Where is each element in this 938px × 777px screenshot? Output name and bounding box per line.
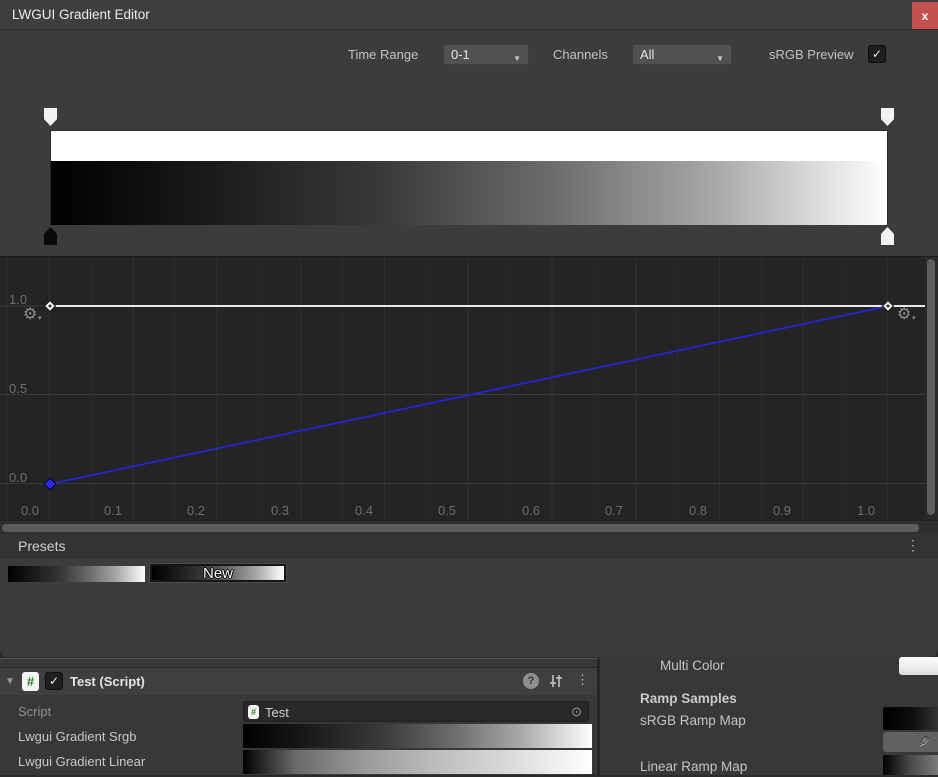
time-range-dropdown[interactable]: 0-1 ▼ [443, 44, 529, 65]
multi-color-swatch[interactable] [899, 657, 938, 675]
y-tick: 0.5 [9, 381, 27, 396]
check-icon: ✓ [49, 674, 59, 688]
script-object-field[interactable]: # Test ⊙ [243, 701, 589, 722]
x-tick: 0.0 [15, 503, 45, 518]
gradient-linear-field[interactable] [243, 750, 592, 774]
channels-value: All [640, 47, 654, 62]
vertical-scrollbar-thumb[interactable] [927, 259, 935, 515]
srgb-ramp-map-thumbnail[interactable] [883, 707, 938, 730]
x-tick: 0.1 [98, 503, 128, 518]
channels-dropdown[interactable]: All ▼ [632, 44, 732, 65]
check-icon: ✓ [872, 47, 882, 61]
x-tick: 0.5 [432, 503, 462, 518]
alpha-key-right[interactable] [881, 108, 894, 126]
pencil-icon: ✎ [918, 733, 930, 750]
inspector-panel: ▼ # ✓ Test (Script) ? ⋮ Script # Test ⊙ … [0, 658, 597, 775]
time-range-label: Time Range [348, 47, 418, 62]
ramp-samples-heading: Ramp Samples [640, 691, 737, 706]
title-bar[interactable]: LWGUI Gradient Editor x [0, 0, 938, 30]
alpha-key-left[interactable] [44, 108, 57, 126]
gear-caret-icon: ▾ [912, 314, 916, 322]
gradient-srgb-field[interactable] [243, 724, 592, 748]
presets-header: Presets ⋮ [0, 534, 938, 558]
srgb-ramp-map-label: sRGB Ramp Map [640, 713, 746, 728]
component-enabled-checkbox[interactable]: ✓ [45, 672, 63, 690]
horizontal-scrollbar-thumb[interactable] [2, 524, 919, 532]
curve-grid-svg [0, 257, 938, 521]
presets-title: Presets [18, 538, 65, 554]
chevron-down-icon: ▼ [513, 49, 521, 68]
gradient-preview-strip[interactable] [50, 130, 888, 225]
material-panel: Multi Color Ramp Samples sRGB Ramp Map ✎… [600, 657, 938, 775]
gear-icon[interactable]: ⚙ [23, 304, 37, 324]
x-tick: 1.0 [851, 503, 881, 518]
linear-ramp-map-thumbnail[interactable] [883, 755, 938, 775]
close-icon: x [922, 9, 929, 23]
preset-swatch[interactable] [8, 566, 145, 582]
gear-icon[interactable]: ⚙ [897, 304, 911, 324]
x-tick: 0.9 [767, 503, 797, 518]
multi-color-label: Multi Color [660, 658, 725, 673]
color-key-right[interactable] [881, 227, 894, 245]
window-title: LWGUI Gradient Editor [12, 7, 150, 22]
y-tick: 0.0 [9, 470, 27, 485]
linear-ramp-map-label: Linear Ramp Map [640, 759, 747, 774]
srgb-preview-label: sRGB Preview [769, 47, 854, 62]
presets-sliders-icon[interactable] [548, 673, 564, 689]
x-tick: 0.4 [349, 503, 379, 518]
help-icon[interactable]: ? [523, 673, 539, 689]
chevron-down-icon: ▼ [716, 49, 724, 68]
horizontal-scrollbar[interactable] [0, 520, 938, 534]
component-title: Test (Script) [70, 674, 145, 689]
x-tick: 0.8 [683, 503, 713, 518]
gradient-srgb-label: Lwgui Gradient Srgb [18, 729, 137, 744]
kebab-menu-icon[interactable]: ⋮ [906, 537, 920, 554]
foldout-arrow-icon[interactable]: ▼ [5, 676, 15, 687]
preset-name-label: New [150, 565, 286, 582]
curve-editor-canvas[interactable] [0, 256, 938, 520]
component-header[interactable]: ▼ # ✓ Test (Script) ? ⋮ [0, 667, 597, 695]
ramp-edit-button[interactable]: ✎ [883, 732, 938, 752]
preset-swatch-new[interactable]: New [149, 563, 287, 583]
x-tick: 0.7 [599, 503, 629, 518]
gradient-linear-label: Lwgui Gradient Linear [18, 754, 145, 769]
rgb-curve-key-left [44, 478, 56, 490]
close-button[interactable]: x [912, 2, 938, 29]
time-range-value: 0-1 [451, 47, 470, 62]
gradient-color-band [51, 161, 887, 225]
x-tick: 0.3 [265, 503, 295, 518]
gradient-editor-window: LWGUI Gradient Editor x Time Range 0-1 ▼… [0, 0, 938, 657]
color-key-left[interactable] [44, 227, 57, 245]
object-picker-icon[interactable]: ⊙ [571, 704, 582, 720]
csharp-script-icon: # [22, 672, 39, 691]
x-tick: 0.2 [181, 503, 211, 518]
vertical-scrollbar[interactable] [925, 257, 938, 520]
channels-label: Channels [553, 47, 608, 62]
srgb-preview-checkbox[interactable]: ✓ [868, 45, 886, 63]
kebab-menu-icon[interactable]: ⋮ [576, 672, 589, 688]
script-object-value: Test [265, 705, 289, 720]
gradient-alpha-band [51, 131, 887, 161]
gear-caret-icon: ▾ [38, 314, 42, 322]
x-tick: 0.6 [516, 503, 546, 518]
script-row-label: Script [18, 704, 51, 719]
csharp-script-icon: # [248, 705, 259, 719]
